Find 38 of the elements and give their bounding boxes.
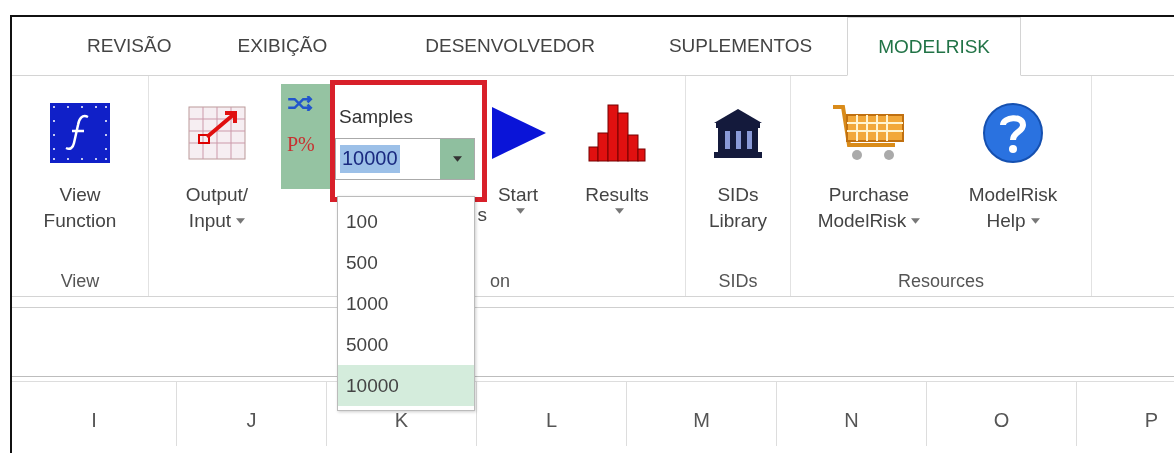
ribbon-button[interactable]: ModelRisk Help <box>941 84 1085 234</box>
ribbon-button[interactable]: Results <box>555 84 679 214</box>
group-label: View <box>60 270 100 292</box>
column-header[interactable]: N <box>777 382 927 446</box>
group-label: SIDs <box>718 270 758 292</box>
samples-label: Samples <box>338 105 414 129</box>
column-header[interactable]: L <box>477 382 627 446</box>
shuffle-icon <box>287 96 313 111</box>
caret-icon <box>452 156 462 162</box>
samples-combo-box[interactable]: 10000 <box>335 138 475 180</box>
column-header[interactable]: J <box>177 382 327 446</box>
group-label: on <box>490 270 511 292</box>
samples-value: 10000 <box>340 145 400 173</box>
dropdown-option[interactable]: 100 <box>338 201 474 242</box>
settings-label: s <box>477 204 487 226</box>
ribbon-button[interactable]: View Function <box>18 84 142 234</box>
ribbon-button[interactable]: Output/ Input <box>155 84 279 234</box>
ribbon-tab[interactable]: REVISÃO <box>52 17 207 75</box>
dropdown-option[interactable]: 5000 <box>338 324 474 365</box>
column-header[interactable]: O <box>927 382 1077 446</box>
column-header[interactable]: M <box>627 382 777 446</box>
ribbon-tab[interactable]: SUPLEMENTOS <box>633 17 848 75</box>
ribbon-tab[interactable]: MODELRISK <box>847 17 1022 76</box>
histogram-icon <box>585 101 649 165</box>
ribbon-button[interactable]: Purchase ModelRisk <box>797 84 941 234</box>
function-icon <box>48 101 112 165</box>
column-header[interactable]: P <box>1077 382 1174 446</box>
dropdown-option[interactable]: 1000 <box>338 283 474 324</box>
dropdown-button[interactable] <box>440 139 474 179</box>
group-label: Resources <box>897 270 984 292</box>
column-header[interactable]: I <box>12 382 177 446</box>
dropdown-option[interactable]: 10000 <box>338 365 474 406</box>
ribbon-tab[interactable]: EXIBIÇÃO <box>206 17 375 75</box>
percentile-label: P% <box>287 133 315 156</box>
dropdown-option[interactable]: 500 <box>338 242 474 283</box>
help-icon <box>981 101 1045 165</box>
ribbon-tab[interactable]: DESENVOLVEDOR <box>374 17 634 75</box>
ribbon-button[interactable]: SIDs Library <box>692 84 784 234</box>
